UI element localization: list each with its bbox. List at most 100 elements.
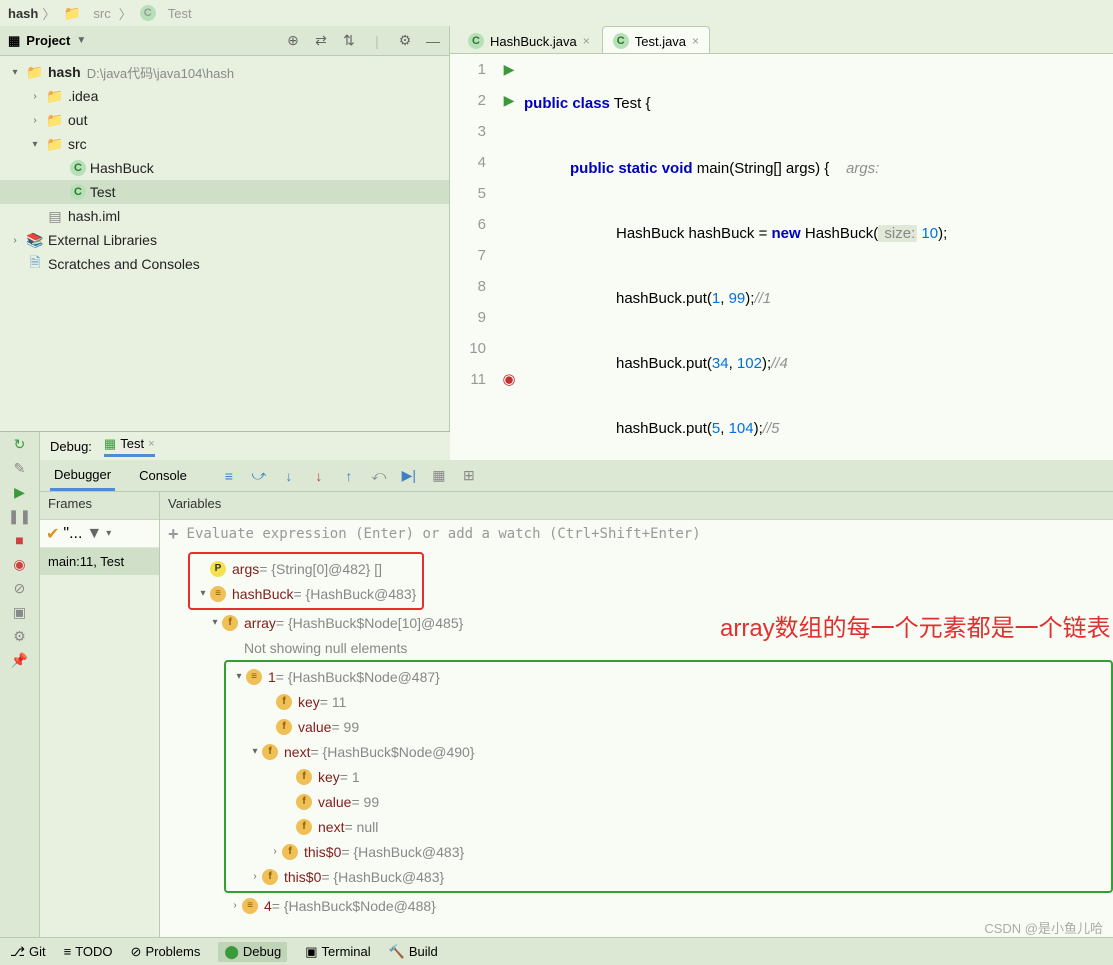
bottom-git[interactable]: ⎇Git [10, 944, 46, 960]
collapse-icon[interactable]: ⇅ [341, 33, 357, 49]
close-icon[interactable]: × [583, 34, 590, 48]
drop-frame-icon[interactable]: ⤺ [371, 468, 387, 484]
var-idx4[interactable]: ›≡4 = {HashBuck$Node@488} [188, 893, 1113, 918]
var-hashbuck[interactable]: ▾≡hashBuck = {HashBuck@483} [196, 581, 416, 606]
debug-panel: ↻ ✎ ▶ ❚❚ ■ ◉ ⊘ ▣ ⚙ 📌 Debug: ▦Test× Debug… [0, 431, 1113, 939]
show-frames-icon[interactable]: ≡ [221, 468, 237, 484]
tab-debugger[interactable]: Debugger [50, 461, 115, 491]
folder-icon: 📁 [46, 87, 64, 105]
expand-icon[interactable]: ⇄ [313, 33, 329, 49]
target-icon[interactable]: ⊕ [285, 33, 301, 49]
tree-test[interactable]: C Test [0, 180, 449, 204]
variables-header: Variables [160, 492, 1113, 520]
crumb-hash[interactable]: hash [8, 6, 38, 21]
evaluate-icon[interactable]: ▦ [431, 468, 447, 484]
breakpoint-icon[interactable]: ◉ [494, 364, 524, 395]
var-next2[interactable]: fnext = null [232, 814, 1105, 839]
tree-root[interactable]: ▾📁hashD:\java代码\java104\hash [0, 60, 449, 84]
frames-column: Frames ✔"...▼▾ main:11, Test Switch fram… [40, 492, 160, 939]
build-icon: 🔨 [389, 944, 405, 960]
chevron-down-icon[interactable]: ▼ [76, 35, 86, 46]
todo-icon: ≡ [64, 944, 72, 959]
file-icon: ▤ [46, 207, 64, 225]
run-gutter-icon[interactable]: ▶ [494, 85, 524, 116]
bottom-debug[interactable]: ⬤Debug [218, 942, 287, 962]
bottom-problems[interactable]: ⊘Problems [131, 944, 201, 960]
camera-icon[interactable]: ▣ [12, 604, 28, 620]
tree-iml[interactable]: ▤hash.iml [0, 204, 449, 228]
frame-main[interactable]: main:11, Test [40, 548, 159, 575]
view-breakpoints-icon[interactable]: ◉ [12, 556, 28, 572]
chevron-down-icon[interactable]: ▾ [106, 528, 111, 539]
var-this0a[interactable]: ›fthis$0 = {HashBuck@483} [232, 839, 1105, 864]
var-val2[interactable]: fvalue = 99 [232, 789, 1105, 814]
run-gutter-icon[interactable]: ▶ [494, 54, 524, 85]
rerun-icon[interactable]: ↻ [12, 436, 28, 452]
tree-out[interactable]: ›📁out [0, 108, 449, 132]
library-icon: 📚 [26, 231, 44, 249]
debug-tabs: Debugger Console ≡ ⤻ ↓ ↓ ↑ ⤺ ▶| ▦ ⊞ [40, 460, 1113, 492]
hide-icon[interactable]: — [425, 33, 441, 49]
watermark: CSDN @是小鱼儿哈 [984, 918, 1103, 937]
project-header: ▦ Project ▼ ⊕ ⇄ ⇅ | ⚙ — [0, 26, 449, 56]
annotation-text: array数组的每一个元素都是一个链表 [720, 608, 1111, 643]
var-next1[interactable]: ▾fnext = {HashBuck$Node@490} [232, 739, 1105, 764]
tree-src[interactable]: ▾📁src [0, 132, 449, 156]
tab-hashbuck[interactable]: CHashBuck.java× [458, 27, 600, 53]
close-icon[interactable]: × [692, 34, 699, 48]
src-folder-icon: 📁 [46, 135, 64, 153]
problems-icon: ⊘ [131, 944, 142, 960]
var-this0b[interactable]: ›fthis$0 = {HashBuck@483} [232, 864, 1105, 889]
bottom-todo[interactable]: ≡TODO [64, 944, 113, 959]
project-icon: ▦ [8, 33, 20, 49]
var-args[interactable]: Pargs = {String[0]@482} [] [196, 556, 416, 581]
gear-icon[interactable]: ⚙ [397, 33, 413, 49]
crumb-src[interactable]: 📁src [59, 4, 114, 22]
tab-test[interactable]: CTest.java× [602, 26, 710, 53]
force-step-into-icon[interactable]: ↓ [311, 468, 327, 484]
tree-scratches[interactable]: 🗎Scratches and Consoles [0, 252, 449, 276]
funnel-icon[interactable]: ▼ [86, 525, 102, 543]
debug-sidebar: ↻ ✎ ▶ ❚❚ ■ ◉ ⊘ ▣ ⚙ 📌 [0, 432, 40, 939]
debug-config-tab[interactable]: ▦Test× [104, 436, 155, 457]
plus-icon[interactable]: + [168, 524, 179, 545]
divider-icon: | [369, 33, 385, 49]
mute-breakpoints-icon[interactable]: ⊘ [12, 580, 28, 596]
crumb-test[interactable]: CTest [136, 5, 196, 21]
terminal-icon: ▣ [305, 944, 317, 960]
bottom-terminal[interactable]: ▣Terminal [305, 944, 370, 960]
project-title: Project [26, 33, 70, 48]
settings-icon[interactable]: ⚙ [12, 628, 28, 644]
var-key2[interactable]: fkey = 1 [232, 764, 1105, 789]
trace-icon[interactable]: ⊞ [461, 468, 477, 484]
frames-filter[interactable]: ✔"...▼▾ [40, 520, 159, 548]
var-key1[interactable]: fkey = 11 [232, 689, 1105, 714]
run-to-cursor-icon[interactable]: ▶| [401, 468, 417, 484]
tree-idea[interactable]: ›📁.idea [0, 84, 449, 108]
tab-console[interactable]: Console [135, 462, 191, 489]
editor-tabs: CHashBuck.java× CTest.java× [450, 26, 1113, 53]
step-into-icon[interactable]: ↓ [281, 468, 297, 484]
tree-external[interactable]: ›📚External Libraries [0, 228, 449, 252]
modify-icon[interactable]: ✎ [12, 460, 28, 476]
tree-hashbuck[interactable]: C HashBuck [0, 156, 449, 180]
bottom-build[interactable]: 🔨Build [389, 944, 438, 960]
scratch-icon: 🗎 [26, 255, 44, 273]
step-out-icon[interactable]: ↑ [341, 468, 357, 484]
variables-tree: Pargs = {String[0]@482} [] ▾≡hashBuck = … [160, 548, 1113, 939]
evaluate-row[interactable]: + Evaluate expression (Enter) or add a w… [160, 520, 1113, 548]
frames-header: Frames [40, 492, 159, 520]
step-over-icon[interactable]: ⤻ [251, 468, 267, 484]
pause-icon[interactable]: ❚❚ [12, 508, 28, 524]
class-icon: C [613, 33, 629, 49]
variables-column: Variables + Evaluate expression (Enter) … [160, 492, 1113, 939]
var-idx1[interactable]: ▾≡1 = {HashBuck$Node@487} [232, 664, 1105, 689]
var-val1[interactable]: fvalue = 99 [232, 714, 1105, 739]
git-icon: ⎇ [10, 944, 25, 960]
breadcrumb: hash〉 📁src〉 CTest [0, 0, 1113, 26]
folder-icon: 📁 [26, 63, 44, 81]
stop-icon[interactable]: ■ [12, 532, 28, 548]
resume-icon[interactable]: ▶ [12, 484, 28, 500]
pin-icon[interactable]: 📌 [12, 652, 28, 668]
class-icon: C [140, 5, 156, 21]
